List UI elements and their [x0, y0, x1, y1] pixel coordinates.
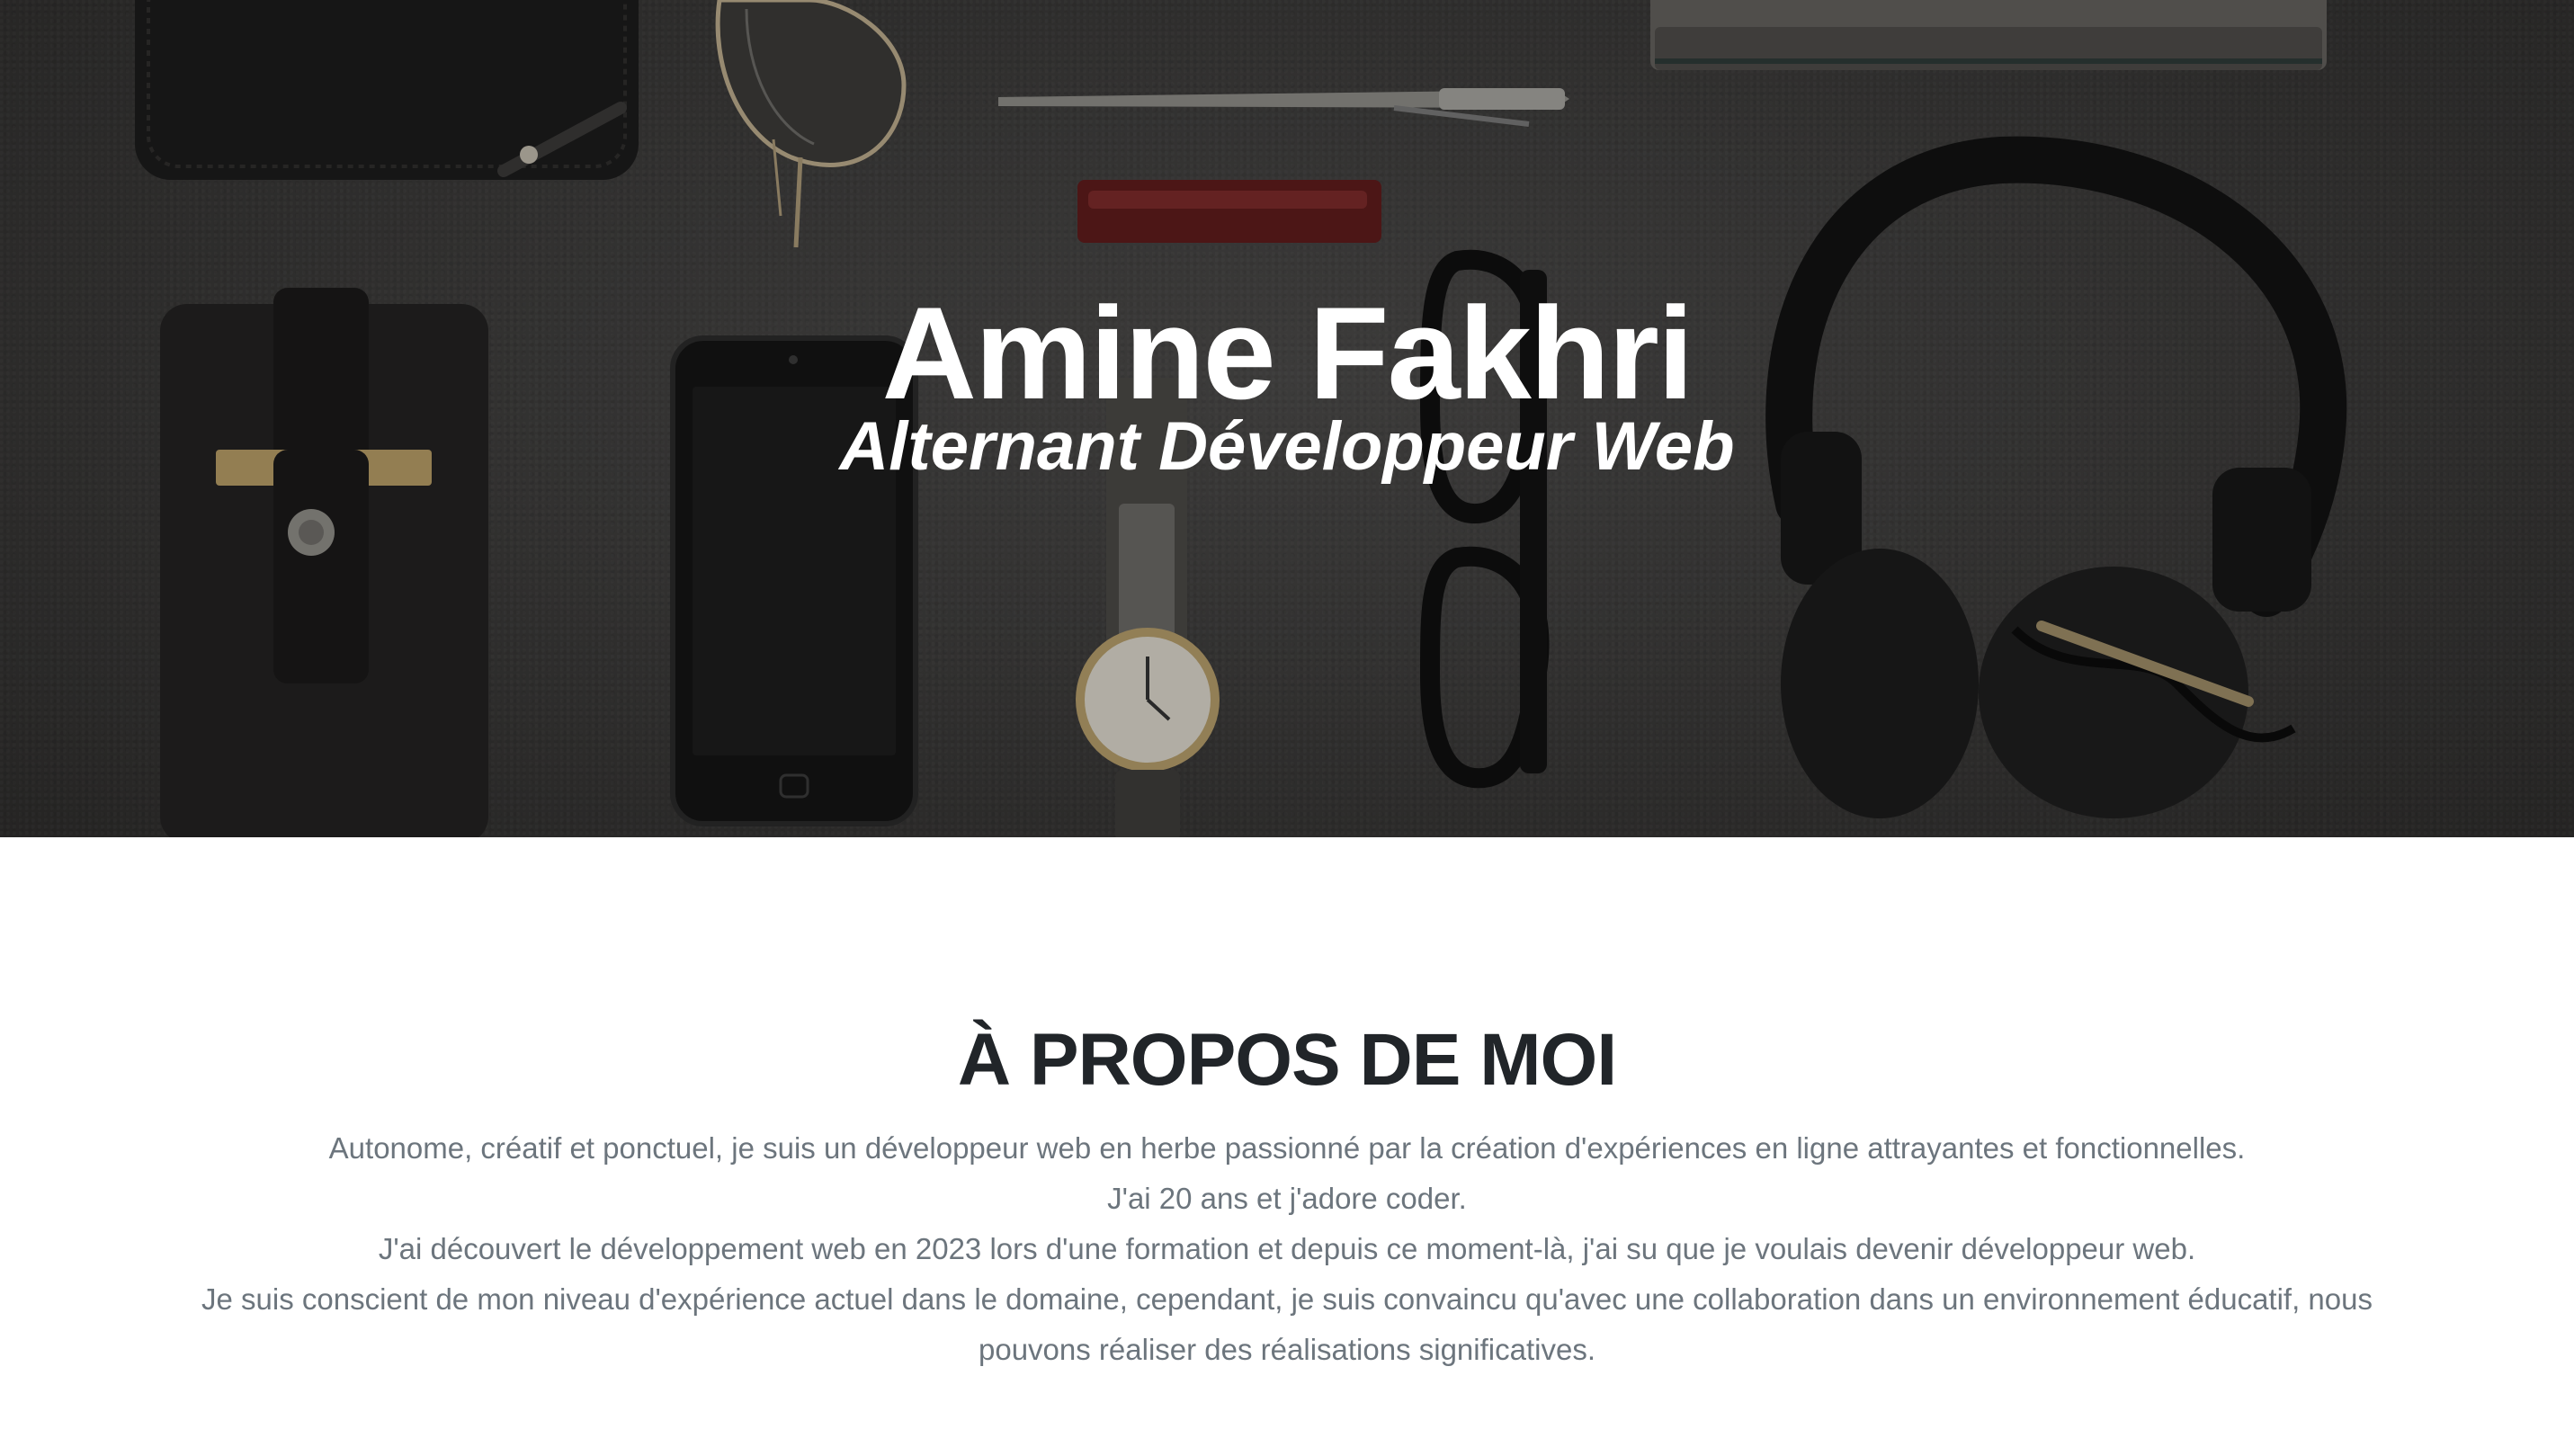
hero-subtitle: Alternant Développeur Web: [839, 408, 1735, 485]
about-line: J'ai découvert le développement web en 2…: [378, 1232, 2196, 1265]
hero-banner: Amine Fakhri Alternant Développeur Web: [0, 0, 2574, 837]
about-section: À PROPOS DE MOI Autonome, créatif et pon…: [0, 837, 2574, 1456]
about-heading: À PROPOS DE MOI: [957, 1019, 1617, 1101]
about-line: Je suis conscient de mon niveau d'expéri…: [201, 1282, 2373, 1366]
about-line: J'ai 20 ans et j'adore coder.: [1107, 1182, 1467, 1215]
about-line: Autonome, créatif et ponctuel, je suis u…: [328, 1131, 2246, 1165]
hero-name: Amine Fakhri: [881, 280, 1694, 426]
about-description: Autonome, créatif et ponctuel, je suis u…: [144, 1123, 2430, 1375]
